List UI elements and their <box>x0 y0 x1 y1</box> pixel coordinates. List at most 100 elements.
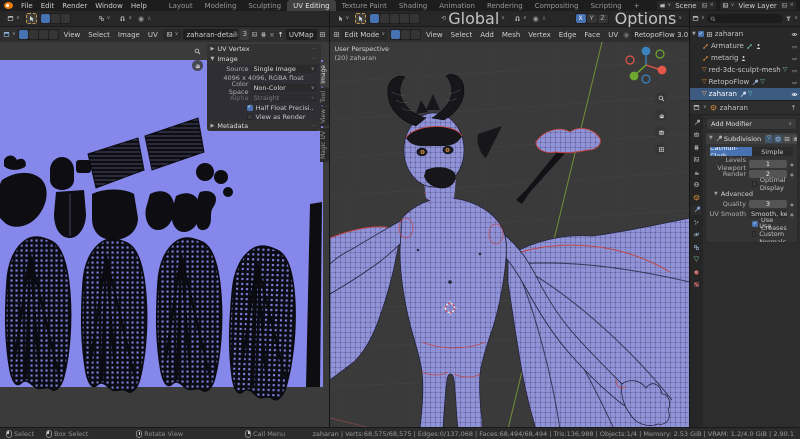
tab-scene[interactable] <box>691 167 702 177</box>
tab-uv-editing[interactable]: UV Editing <box>287 0 336 11</box>
uv-pivot-dropdown[interactable]: ∨ <box>95 13 114 24</box>
uv-select-island-button[interactable] <box>49 30 58 39</box>
keyframe-dot[interactable]: ● <box>790 162 794 167</box>
half-float-checkbox[interactable]: ✓ <box>247 105 253 111</box>
modifier-header[interactable]: ▼ Subdivision ▽ ∨ × <box>706 133 797 144</box>
orientation-dropdown[interactable]: ⟲ Global ∨ <box>438 13 508 24</box>
uv-proportional-edit-icon[interactable]: ◉ <box>138 15 144 23</box>
tab-render[interactable] <box>691 130 702 140</box>
uv-toggle-2[interactable] <box>51 14 60 23</box>
source-dropdown[interactable]: Single Image ∨ <box>252 65 317 73</box>
tab-shading[interactable]: Shading <box>393 0 433 11</box>
view-as-render-checkbox[interactable] <box>247 114 253 120</box>
tab-compositing[interactable]: Compositing <box>529 0 585 11</box>
uv-select-vertex-button[interactable] <box>19 30 28 39</box>
uv-menu-image[interactable]: Image <box>115 31 143 39</box>
tab-modeling[interactable]: Modeling <box>199 0 243 11</box>
vp-active-tool-dropdown[interactable]: ∨ <box>334 13 353 24</box>
select-face-button[interactable] <box>411 30 420 39</box>
catmull-clark-button[interactable]: Catmull-Clark <box>710 147 752 156</box>
outliner-row-metarig[interactable]: metarig <box>690 52 800 64</box>
outliner-row-collection[interactable]: ▼ ✓ zaharan <box>690 28 800 40</box>
viewport-editor-type-icon[interactable] <box>333 31 340 38</box>
vp-toggle-4[interactable] <box>400 14 409 23</box>
viewport-camera-button[interactable] <box>655 126 667 138</box>
simple-button[interactable]: Simple <box>752 147 794 156</box>
add-modifier-button[interactable]: Add Modifier ∨ <box>706 118 797 130</box>
viewport-ortho-button[interactable] <box>655 143 667 155</box>
tab-constraints[interactable] <box>691 242 702 252</box>
tab-physics[interactable] <box>691 230 702 240</box>
vp-toggle-1[interactable] <box>370 14 379 23</box>
uv-vertex-panel-header[interactable]: ▶ UV Vertex ⋯ <box>207 44 321 54</box>
panel-options-icon[interactable]: ⋯ <box>312 56 317 62</box>
vp-menu-select[interactable]: Select <box>448 31 476 39</box>
mode-dropdown[interactable]: Edit Mode ∨ <box>342 29 389 40</box>
uv-tweak-tool-button[interactable] <box>26 13 37 24</box>
menu-file[interactable]: File <box>17 2 37 10</box>
use-creases-checkbox[interactable]: ✓ <box>752 221 758 227</box>
uvmap-field[interactable]: UVMap <box>286 29 317 40</box>
uv-menu-view[interactable]: View <box>61 31 84 39</box>
expand-icon[interactable]: ▼ <box>692 32 696 37</box>
viewport-zoom-button[interactable] <box>655 92 667 104</box>
uv-menu-uv[interactable]: UV <box>145 31 161 39</box>
vp-toggle-3[interactable] <box>390 14 399 23</box>
pin-icon[interactable] <box>277 31 284 38</box>
tab-tool[interactable] <box>691 117 702 127</box>
collapse-icon[interactable]: ▼ <box>709 136 713 141</box>
keyframe-dot[interactable]: ● <box>790 202 794 207</box>
uv-pan-gizmo[interactable] <box>192 60 203 71</box>
tab-material[interactable] <box>691 267 702 277</box>
view-layer-selector[interactable]: ∨ View Layer × <box>720 1 796 10</box>
new-image-icon[interactable] <box>251 31 258 38</box>
color-space-dropdown[interactable]: Non-Color ∨ <box>252 84 317 92</box>
uv-toggle-3[interactable] <box>61 14 70 23</box>
properties-editor-type-icon[interactable] <box>693 104 700 111</box>
uv-editor-type-icon[interactable] <box>3 31 10 38</box>
sidetab-tool[interactable]: Tool <box>320 88 329 106</box>
uv-toggle-1[interactable] <box>41 14 50 23</box>
remove-view-layer-icon[interactable]: × <box>790 3 794 8</box>
modifier-name[interactable]: Subdivision <box>724 135 761 143</box>
eye-open-icon[interactable] <box>791 91 798 98</box>
tab-object-data[interactable]: ▽ <box>691 255 702 265</box>
vp-proportional-edit-icon[interactable]: ◉ <box>533 15 539 23</box>
vp-menu-vertex[interactable]: Vertex <box>525 31 554 39</box>
vp-menu-uv[interactable]: UV <box>605 31 621 39</box>
vp-prop-edit-icon[interactable]: ◉ <box>623 31 629 39</box>
vp-falloff-icon[interactable]: ∧ <box>542 15 546 22</box>
uv-editor-canvas[interactable]: ▶ UV Vertex ⋯ ▼ Image ⋯ Source Si <box>0 42 330 427</box>
outliner-row-sculpt-mesh[interactable]: ▽ red-3dc-sculpt-mesh ▽ <box>690 64 800 76</box>
unlink-scene-icon[interactable]: × <box>710 3 714 8</box>
eye-closed-icon[interactable] <box>791 55 798 62</box>
mirror-y-button[interactable]: Y <box>587 14 597 23</box>
pin-icon[interactable] <box>790 104 797 111</box>
eye-closed-icon[interactable] <box>791 43 798 50</box>
menu-window[interactable]: Window <box>91 2 127 10</box>
uv-zoom-gizmo[interactable] <box>192 46 203 57</box>
show-realtime-toggle[interactable] <box>783 135 791 143</box>
levels-viewport-slider[interactable]: 1 <box>749 160 787 168</box>
image-users-badge[interactable]: 3 <box>240 29 248 40</box>
snap-dropdown[interactable]: ∨ <box>511 13 530 24</box>
options-dropdown[interactable]: Options ∨ <box>612 13 685 24</box>
image-panel-header[interactable]: ▼ Image ⋯ <box>207 54 321 64</box>
show-render-toggle[interactable] <box>792 135 798 143</box>
vp-menu-add[interactable]: Add <box>477 31 497 39</box>
vp-toggle-2[interactable] <box>380 14 389 23</box>
filter-icon[interactable] <box>785 15 792 22</box>
uv-menu-select[interactable]: Select <box>85 31 113 39</box>
tab-texture[interactable] <box>691 280 702 290</box>
vp-menu-edge[interactable]: Edge <box>556 31 580 39</box>
viewport-pan-button[interactable] <box>655 109 667 121</box>
blender-logo-icon[interactable] <box>4 2 13 9</box>
new-view-layer-icon[interactable] <box>781 2 788 9</box>
vp-tweak-tool-button[interactable] <box>355 13 366 24</box>
menu-edit[interactable]: Edit <box>37 2 59 10</box>
uv-falloff-icon[interactable]: ∧ <box>147 15 151 22</box>
vp-toggle-5[interactable] <box>410 14 419 23</box>
select-vertex-button[interactable] <box>391 30 400 39</box>
sidetab-magic-uv[interactable]: Magic UV <box>320 128 329 162</box>
tab-view-layer[interactable] <box>691 155 702 165</box>
